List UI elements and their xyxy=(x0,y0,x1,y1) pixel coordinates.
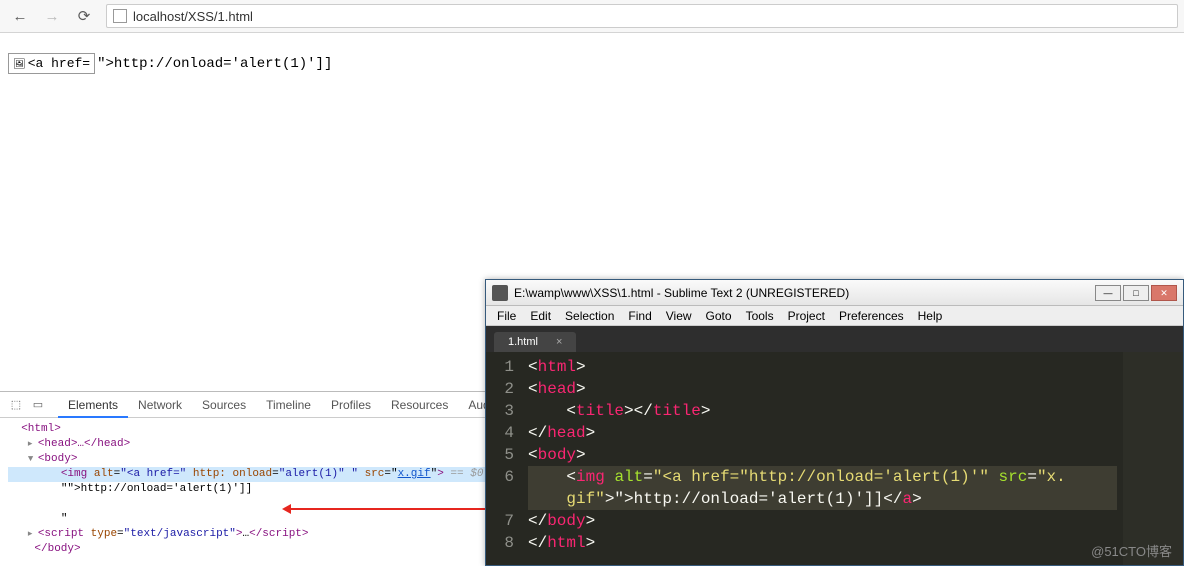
browser-toolbar: ← → ⟳ localhost/XSS/1.html xyxy=(0,0,1184,33)
sublime-title: E:\wamp\www\XSS\1.html - Sublime Text 2 … xyxy=(514,286,849,300)
devtools-tabs: Elements Network Sources Timeline Profil… xyxy=(58,392,512,418)
inspect-icon[interactable]: ⬚ xyxy=(6,395,26,415)
tab-resources[interactable]: Resources xyxy=(381,392,458,418)
maximize-button[interactable]: □ xyxy=(1123,285,1149,301)
sublime-menubar: File Edit Selection Find View Goto Tools… xyxy=(486,306,1183,326)
menu-help[interactable]: Help xyxy=(911,309,950,323)
page-content: <a href=">http://onload='alert(1)']] xyxy=(0,33,1184,94)
reload-button[interactable]: ⟳ xyxy=(70,4,98,28)
url-bar[interactable]: localhost/XSS/1.html xyxy=(106,4,1178,28)
device-icon[interactable]: ▭ xyxy=(28,395,48,415)
minimap[interactable] xyxy=(1123,352,1183,565)
tab-sources[interactable]: Sources xyxy=(192,392,256,418)
page-icon xyxy=(113,9,127,23)
editor-area[interactable]: 12345678 <html> <head> <title></title> <… xyxy=(486,352,1183,565)
sublime-window: E:\wamp\www\XSS\1.html - Sublime Text 2 … xyxy=(485,279,1184,566)
tab-close-icon[interactable]: × xyxy=(556,336,562,348)
tab-elements[interactable]: Elements xyxy=(58,392,128,418)
line-gutter: 12345678 xyxy=(486,352,522,565)
sublime-tabbar: 1.html × xyxy=(486,326,1183,352)
menu-project[interactable]: Project xyxy=(781,309,832,323)
menu-selection[interactable]: Selection xyxy=(558,309,621,323)
tab-network[interactable]: Network xyxy=(128,392,192,418)
back-button[interactable]: ← xyxy=(6,4,34,28)
sublime-app-icon xyxy=(492,285,508,301)
menu-goto[interactable]: Goto xyxy=(699,309,739,323)
minimize-button[interactable]: — xyxy=(1095,285,1121,301)
url-text: localhost/XSS/1.html xyxy=(133,9,253,24)
broken-image-icon: <a href= xyxy=(8,53,95,74)
menu-view[interactable]: View xyxy=(659,309,699,323)
tab-label: 1.html xyxy=(508,336,538,348)
menu-tools[interactable]: Tools xyxy=(739,309,781,323)
menu-preferences[interactable]: Preferences xyxy=(832,309,911,323)
code-content[interactable]: <html> <head> <title></title> </head> <b… xyxy=(522,352,1123,565)
close-button[interactable]: ✕ xyxy=(1151,285,1177,301)
menu-file[interactable]: File xyxy=(490,309,523,323)
tab-timeline[interactable]: Timeline xyxy=(256,392,321,418)
menu-edit[interactable]: Edit xyxy=(523,309,558,323)
annotation-arrow xyxy=(285,508,485,510)
menu-find[interactable]: Find xyxy=(621,309,658,323)
forward-button[interactable]: → xyxy=(38,4,66,28)
tab-profiles[interactable]: Profiles xyxy=(321,392,381,418)
sublime-titlebar[interactable]: E:\wamp\www\XSS\1.html - Sublime Text 2 … xyxy=(486,280,1183,306)
editor-tab[interactable]: 1.html × xyxy=(494,332,576,352)
watermark: @51CTO博客 xyxy=(1091,541,1172,560)
page-text: ">http://onload='alert(1)']] xyxy=(97,56,332,72)
